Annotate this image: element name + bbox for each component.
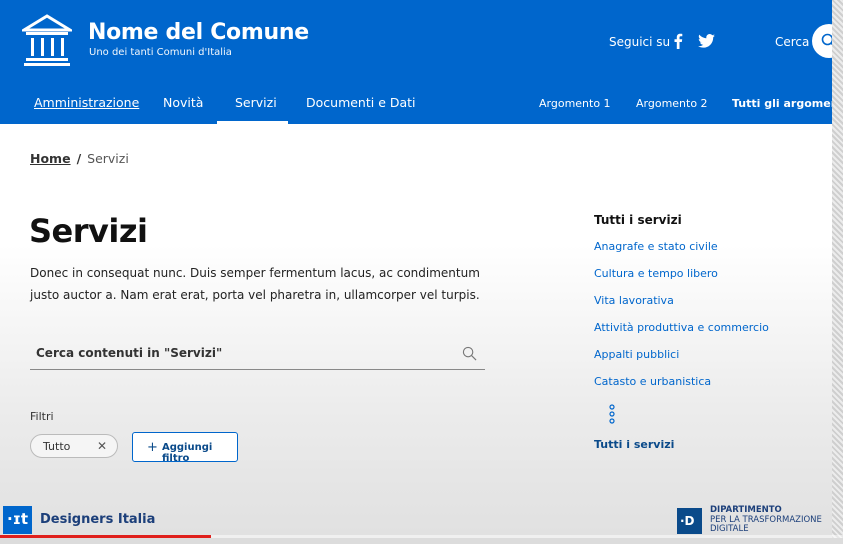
dipartimento-mark: ·D [677, 508, 702, 534]
add-filter-button[interactable]: + Aggiungi filtro [132, 432, 238, 464]
nav-item-servizi[interactable]: Servizi [235, 95, 277, 110]
sidebar-link-appalti[interactable]: Appalti pubblici [594, 348, 679, 361]
sidebar-link-vita-lavorativa[interactable]: Vita lavorativa [594, 294, 674, 307]
sidebar-link-attivita-produttiva[interactable]: Attività produttiva e commercio [594, 321, 769, 334]
filter-chip-tutto[interactable]: Tutto ✕ [30, 434, 118, 458]
sidebar-link-cultura[interactable]: Cultura e tempo libero [594, 267, 718, 280]
dipartimento-logo: ·D DIPARTIMENTO PER LA TRASFORMAZIONE DI… [677, 505, 827, 534]
more-vertical-icon[interactable] [609, 404, 615, 424]
follow-label: Seguici su [609, 35, 671, 49]
nav-item-amministrazione[interactable]: Amministrazione [34, 95, 139, 110]
facebook-icon[interactable] [673, 33, 683, 49]
nav-item-documenti-e-dati[interactable]: Documenti e Dati [306, 95, 416, 110]
main-nav: Amministrazione Novità Servizi Documenti… [0, 82, 843, 124]
filter-chip-label: Tutto [43, 440, 71, 453]
breadcrumb: Home / Servizi [30, 151, 129, 166]
video-progress-fill [0, 535, 211, 538]
nav-item-argomento-1[interactable]: Argomento 1 [539, 97, 611, 110]
content-search-input[interactable] [30, 342, 450, 364]
sidebar-link-anagrafe[interactable]: Anagrafe e stato civile [594, 240, 718, 253]
search-icon[interactable] [462, 346, 477, 361]
site-subtitle: Uno dei tanti Comuni d'Italia [89, 47, 232, 58]
close-icon[interactable]: ✕ [97, 439, 107, 453]
window-edge [832, 0, 843, 544]
page-title: Servizi [29, 212, 148, 250]
add-filter-label: Aggiungi filtro [162, 442, 213, 464]
nav-item-tutti-gli-argomenti[interactable]: Tutti gli argomenti... [732, 97, 843, 110]
breadcrumb-current: Servizi [87, 151, 129, 166]
twitter-icon[interactable] [698, 34, 715, 48]
nav-item-novita[interactable]: Novità [163, 95, 203, 110]
site-title[interactable]: Nome del Comune [88, 20, 309, 45]
bottom-strip [0, 538, 843, 544]
breadcrumb-separator: / [76, 151, 82, 166]
designers-italia-label: Designers Italia [40, 512, 156, 527]
dipartimento-text: DIPARTIMENTO PER LA TRASFORMAZIONE DIGIT… [710, 505, 822, 534]
plus-icon: + [147, 440, 158, 455]
sidebar-title: Tutti i servizi [594, 213, 682, 227]
sidebar-all-services-link[interactable]: Tutti i servizi [594, 438, 674, 451]
header-bar: Nome del Comune Uno dei tanti Comuni d'I… [0, 0, 843, 82]
breadcrumb-home[interactable]: Home [30, 151, 71, 166]
filters-label: Filtri [30, 410, 54, 423]
video-progress-bar[interactable] [0, 535, 843, 538]
nav-item-argomento-2[interactable]: Argomento 2 [636, 97, 708, 110]
sidebar-link-catasto[interactable]: Catasto e urbanistica [594, 375, 711, 388]
page-description: Donec in consequat nunc. Duis semper fer… [30, 266, 480, 302]
content-search [30, 338, 485, 370]
designers-italia-mark: ·ɪt [3, 506, 32, 534]
building-logo-icon[interactable] [22, 14, 72, 66]
search-label[interactable]: Cerca [775, 35, 809, 49]
nav-active-indicator [217, 121, 288, 124]
